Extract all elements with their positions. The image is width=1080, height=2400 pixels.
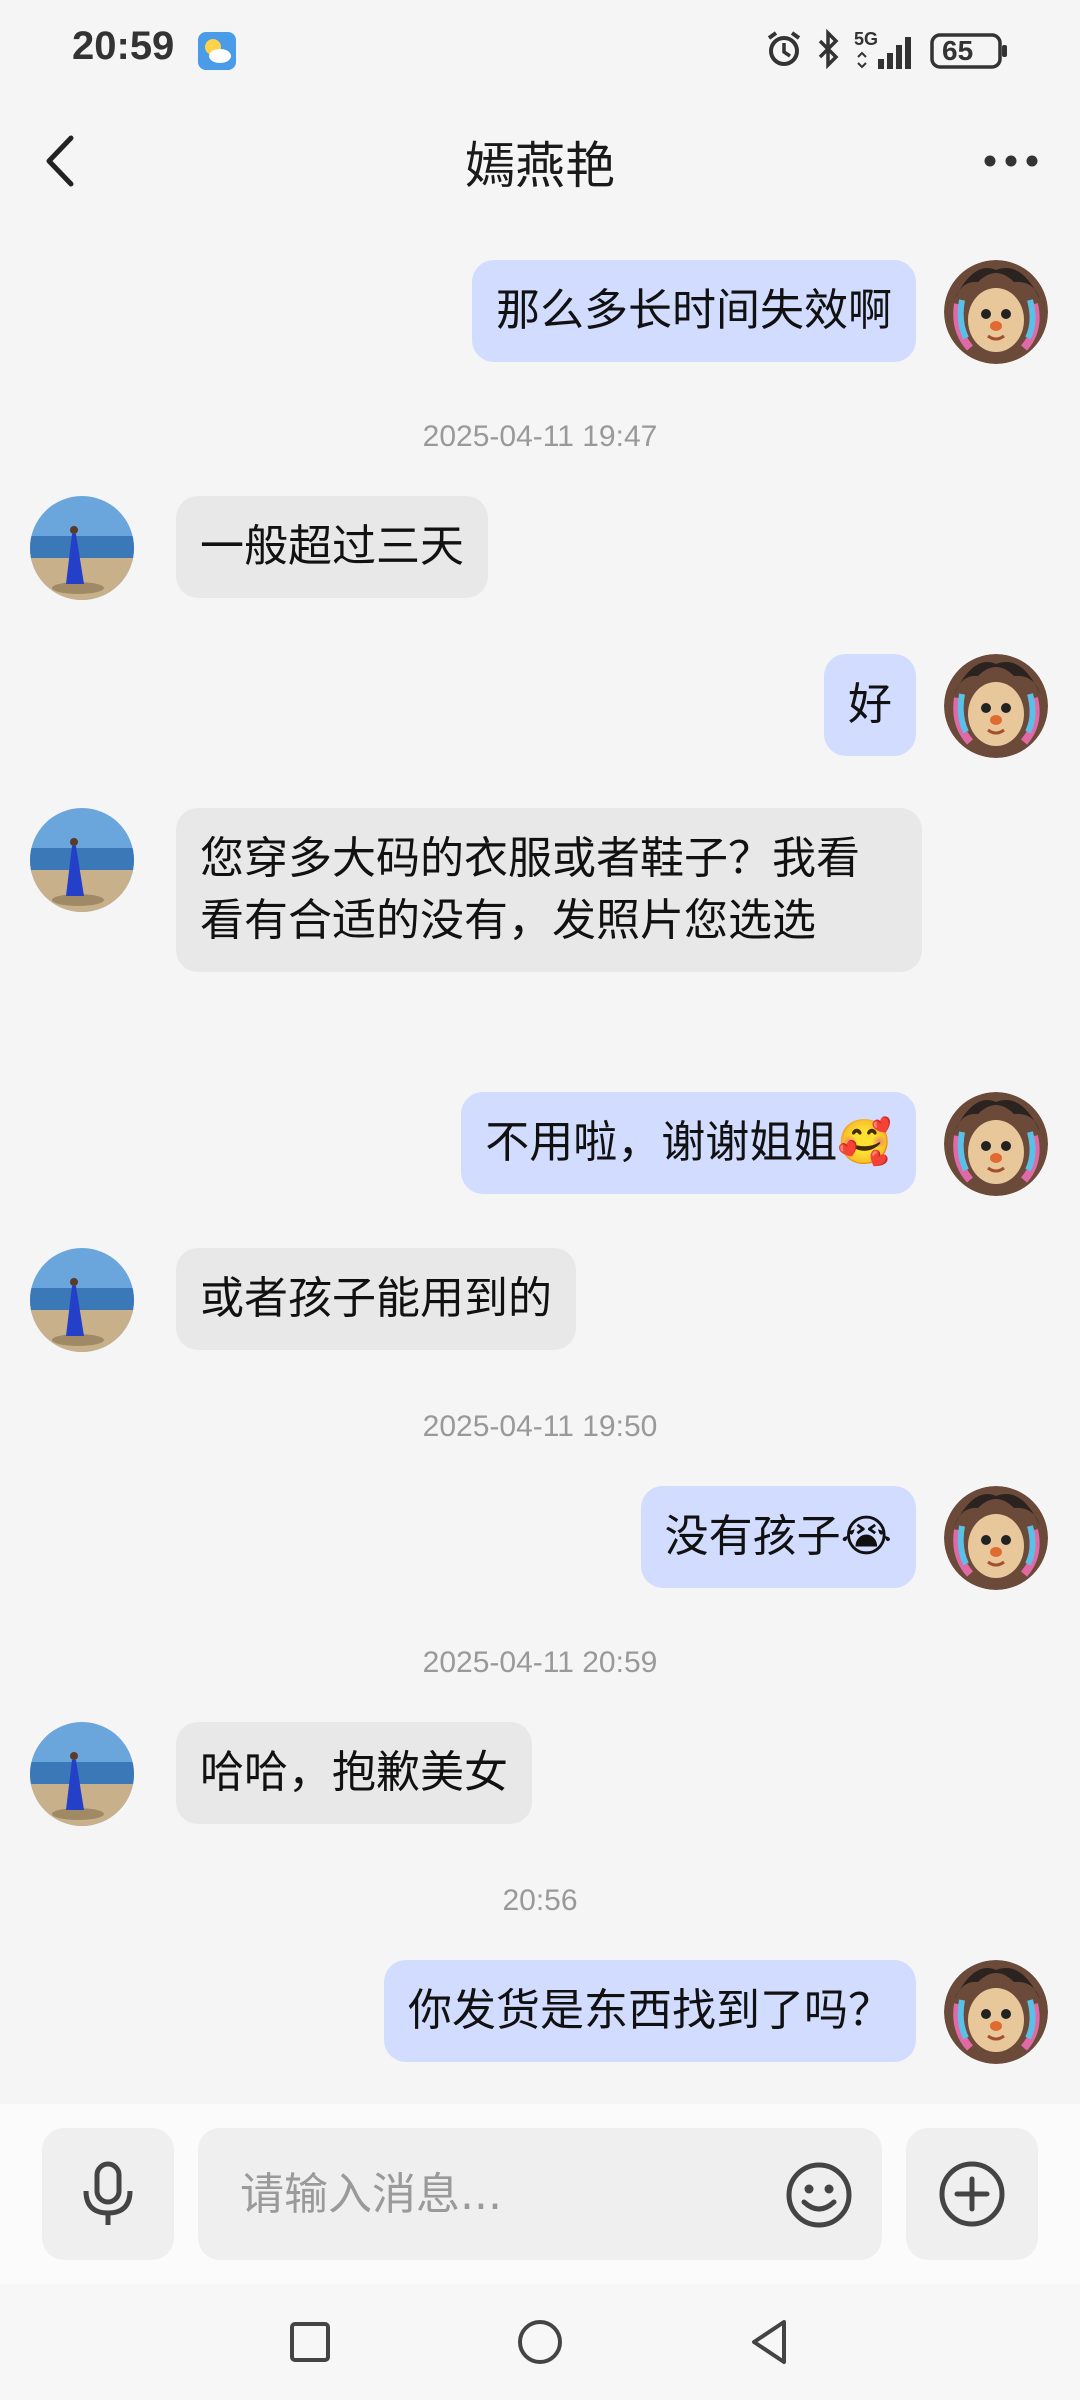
- my-avatar[interactable]: [944, 260, 1048, 364]
- message-bubble-outgoing[interactable]: 好: [824, 654, 916, 756]
- contact-avatar[interactable]: [30, 808, 134, 912]
- square-icon: [290, 2322, 330, 2362]
- plus-circle-icon: [939, 2161, 1005, 2227]
- message-bubble-outgoing[interactable]: 不用啦，谢谢姐姐🥰: [461, 1092, 916, 1194]
- alarm-icon: [764, 29, 804, 73]
- contact-avatar[interactable]: [30, 496, 134, 600]
- circle-icon: [518, 2320, 562, 2364]
- status-time: 20:59: [72, 24, 175, 68]
- message-bubble-outgoing[interactable]: 没有孩子😭: [640, 1486, 916, 1588]
- message-bubble-incoming[interactable]: 您穿多大码的衣服或者鞋子？我看看有合适的没有，发照片您选选: [176, 808, 922, 972]
- message-input[interactable]: [240, 2164, 760, 2224]
- message-text: 或者孩子能用到的: [200, 1273, 552, 1324]
- message-text: 一般超过三天: [200, 521, 464, 572]
- status-bar: 20:59 5G 65: [0, 0, 1080, 100]
- message-bubble-incoming[interactable]: 哈哈，抱歉美女: [176, 1722, 532, 1824]
- my-avatar[interactable]: [944, 1092, 1048, 1196]
- triangle-back-icon: [752, 2320, 786, 2364]
- message-bubble-incoming[interactable]: 一般超过三天: [176, 496, 488, 598]
- crying-face-emoji-icon: 😭: [840, 1511, 892, 1562]
- back-nav-button[interactable]: [740, 2312, 800, 2372]
- voice-button[interactable]: [42, 2128, 174, 2260]
- my-avatar[interactable]: [944, 654, 1048, 758]
- status-icons: 5G 65: [764, 28, 1008, 74]
- microphone-icon: [83, 2161, 133, 2225]
- battery-icon: 65: [930, 31, 1008, 71]
- contact-avatar[interactable]: [30, 1722, 134, 1826]
- chat-title: 嫣燕艳: [465, 137, 615, 195]
- message-timestamp: 2025-04-11 19:50: [422, 1410, 658, 1443]
- message-timestamp: 2025-04-11 20:59: [422, 1646, 658, 1679]
- message-text: 没有孩子: [664, 1511, 841, 1562]
- message-timestamp: 20:56: [502, 1884, 578, 1917]
- my-avatar[interactable]: [944, 1486, 1048, 1590]
- recent-apps-button[interactable]: [280, 2312, 340, 2372]
- contact-avatar[interactable]: [30, 1248, 134, 1352]
- input-bar: [0, 2104, 1080, 2284]
- battery-level: 65: [942, 35, 974, 66]
- more-dots-icon: [984, 155, 1038, 167]
- my-avatar[interactable]: [944, 1960, 1048, 2064]
- message-text: 你发货是东西找到了吗？: [408, 1985, 892, 2036]
- message-text: 好: [848, 679, 892, 730]
- smiley-icon: [786, 2162, 852, 2228]
- kiss-face-emoji-icon: 🥰: [837, 1117, 892, 1168]
- message-text: 那么多长时间失效啊: [496, 285, 892, 336]
- message-bubble-incoming[interactable]: 或者孩子能用到的: [176, 1248, 576, 1350]
- message-text: 您穿多大码的衣服或者鞋子？我看看有合适的没有，发照片您选选: [200, 833, 860, 946]
- system-nav-bar: [0, 2284, 1080, 2400]
- home-button[interactable]: [510, 2312, 570, 2372]
- more-button[interactable]: [968, 126, 1054, 196]
- message-input-box: [198, 2128, 882, 2260]
- message-bubble-outgoing[interactable]: 那么多长时间失效啊: [472, 260, 916, 362]
- network-icon: 5G: [854, 29, 918, 71]
- message-text: 哈哈，抱歉美女: [200, 1747, 508, 1798]
- message-timestamp: 2025-04-11 19:47: [422, 420, 658, 453]
- message-text: 不用啦，谢谢姐姐: [485, 1117, 838, 1168]
- weather-icon: [198, 32, 236, 70]
- bluetooth-icon: [816, 28, 842, 73]
- message-list[interactable]: 那么多长时间失效啊 2025-04-11 19:47 一般超过三天 好 您穿多大…: [0, 224, 1080, 2104]
- message-bubble-outgoing[interactable]: 你发货是东西找到了吗？: [384, 1960, 916, 2062]
- emoji-button[interactable]: [784, 2160, 854, 2230]
- plus-button[interactable]: [906, 2128, 1038, 2260]
- chat-header: 嫣燕艳: [0, 100, 1080, 224]
